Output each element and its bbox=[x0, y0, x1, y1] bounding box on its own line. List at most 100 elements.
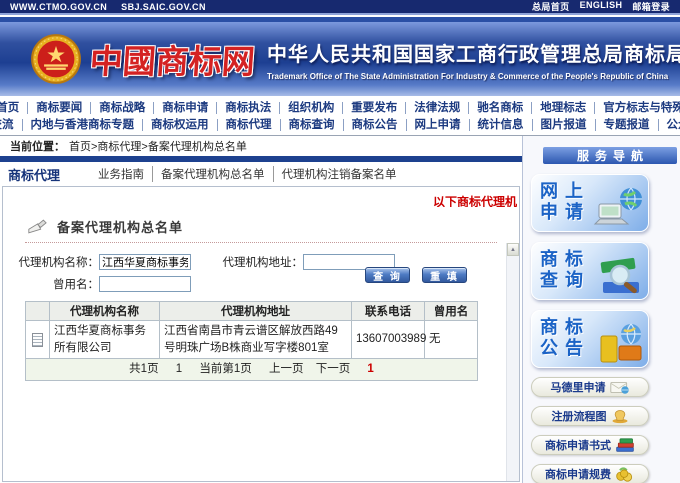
sidebar-button-application-fees[interactable]: 商标申请规费 bbox=[531, 464, 649, 483]
saic-emblem-icon bbox=[30, 33, 82, 85]
books-stack-icon bbox=[615, 438, 635, 453]
nav-item[interactable]: 内地与香港商标专题 bbox=[23, 119, 144, 131]
table-header-row: 代理机构名称 代理机构地址 联系电话 曾用名 bbox=[26, 302, 478, 321]
subnav-link-business-guide[interactable]: 业务指南 bbox=[90, 166, 153, 182]
dotted-divider bbox=[25, 242, 497, 243]
nav-item-trademark-agency[interactable]: 商标代理 bbox=[218, 119, 281, 131]
sidebar-card-trademark-gazette[interactable]: 商标 公告 bbox=[531, 310, 649, 368]
nav-item[interactable]: 商标申请 bbox=[154, 102, 217, 114]
nav-item[interactable]: 重要发布 bbox=[343, 102, 406, 114]
former-name-label: 曾用名： bbox=[3, 276, 99, 292]
former-name-input[interactable] bbox=[99, 276, 191, 292]
agency-name-label: 代理机构名称： bbox=[3, 254, 99, 270]
next-page-link[interactable]: 下一页 bbox=[316, 363, 351, 375]
nav-item[interactable]: 网上申请 bbox=[407, 119, 470, 131]
header-titles: 中华人民共和国国家工商行政管理总局商标局 Trademark Office of… bbox=[267, 38, 680, 81]
reset-button[interactable]: 重 填 bbox=[422, 267, 467, 283]
nav-item[interactable]: 商标要闻 bbox=[28, 102, 91, 114]
laptop-globe-icon bbox=[593, 186, 647, 230]
nav-item[interactable]: 商标权运用 bbox=[143, 119, 218, 131]
nav-item[interactable]: 商标战略 bbox=[91, 102, 154, 114]
nav-item[interactable]: 商标查询 bbox=[281, 119, 344, 131]
search-form: 代理机构名称： 代理机构地址： 曾用名： 查 询 重 填 bbox=[3, 251, 519, 295]
top-bar: WWW.CTMO.GOV.CN SBJ.SAIC.GOV.CN 总局首页 ENG… bbox=[0, 0, 680, 13]
current-page-label: 当前第1页 bbox=[199, 363, 251, 375]
nav-item[interactable]: 法律法规 bbox=[406, 102, 469, 114]
document-icon[interactable] bbox=[32, 333, 43, 347]
envelope-icon bbox=[610, 380, 630, 395]
main-content-column: 当前位置： 首页>商标代理>备案代理机构总名单 商标代理 业务指南 备案代理机构… bbox=[0, 136, 522, 483]
nav-item[interactable]: 本站首页 bbox=[0, 102, 28, 114]
nav-row-2: 国际交流 内地与香港商标专题 商标权运用 商标代理 商标查询 商标公告 网上申请… bbox=[0, 116, 680, 133]
nav-item[interactable]: 官方标志与特殊标志 bbox=[595, 102, 680, 114]
sidebar-button-madrid-application[interactable]: 马德里申请 bbox=[531, 377, 649, 397]
subnav-link-deregistered-list[interactable]: 代理机构注销备案名单 bbox=[274, 166, 405, 182]
pagination-row: 共1页 1 当前第1页 上一页 下一页 1 bbox=[26, 359, 478, 381]
nav-item[interactable]: 图片报道 bbox=[533, 119, 596, 131]
sub-nav: 商标代理 业务指南 备案代理机构总名单 代理机构注销备案名单 bbox=[0, 162, 522, 186]
col-agency-name: 代理机构名称 bbox=[50, 302, 160, 321]
link-english[interactable]: ENGLISH bbox=[580, 0, 623, 13]
top-bar-right: 总局首页 ENGLISH 邮箱登录 bbox=[532, 0, 670, 13]
row-icon-cell bbox=[26, 321, 50, 359]
button-label: 商标申请规费 bbox=[545, 466, 611, 482]
page-total: 共1页 bbox=[129, 363, 158, 375]
form-buttons: 查 询 重 填 bbox=[365, 267, 467, 283]
agency-table: 代理机构名称 代理机构地址 联系电话 曾用名 江西华夏商标事务所有限公司 江西省… bbox=[25, 301, 478, 381]
button-label: 商标申请书式 bbox=[545, 437, 611, 453]
sidebar-card-online-application[interactable]: 网上 申请 bbox=[531, 174, 649, 232]
pagination: 共1页 1 当前第1页 上一页 下一页 1 bbox=[26, 359, 478, 381]
cell-agency-address: 江西省南昌市青云谱区解放西路49号明珠广场B株商业写字楼801室 bbox=[160, 321, 352, 359]
page-number[interactable]: 1 bbox=[176, 363, 182, 375]
sidebar-button-registration-flowchart[interactable]: 注册流程图 bbox=[531, 406, 649, 426]
nav-row-1: 本站首页 商标要闻 商标战略 商标申请 商标执法 组织机构 重要发布 法律法规 … bbox=[0, 99, 680, 116]
coins-icon bbox=[615, 467, 635, 482]
table-row: 江西华夏商标事务所有限公司 江西省南昌市青云谱区解放西路49号明珠广场B株商业写… bbox=[26, 321, 478, 359]
page-title: 备案代理机构总名单 bbox=[57, 217, 183, 236]
icon-column-header bbox=[26, 302, 50, 321]
scroll-up-arrow-icon[interactable]: ▲ bbox=[507, 243, 519, 256]
col-agency-address: 代理机构地址 bbox=[160, 302, 352, 321]
cell-agency-name: 江西华夏商标事务所有限公司 bbox=[50, 321, 160, 359]
content-scrollbar[interactable]: ▲ bbox=[506, 243, 519, 481]
agency-name-input[interactable] bbox=[99, 254, 191, 270]
stamp-icon bbox=[611, 409, 629, 424]
link-ctmo[interactable]: WWW.CTMO.GOV.CN bbox=[10, 2, 107, 12]
nav-item[interactable]: 驰名商标 bbox=[469, 102, 532, 114]
button-label: 注册流程图 bbox=[552, 408, 607, 424]
link-mail-login[interactable]: 邮箱登录 bbox=[632, 0, 670, 13]
link-sbj-saic[interactable]: SBJ.SAIC.GOV.CN bbox=[121, 2, 206, 12]
top-bar-left: WWW.CTMO.GOV.CN SBJ.SAIC.GOV.CN bbox=[10, 2, 206, 12]
subnav-section-title: 商标代理 bbox=[0, 165, 90, 184]
cell-former-name: 无 bbox=[425, 321, 478, 359]
nav-item[interactable]: 地理标志 bbox=[532, 102, 595, 114]
site-header: 中國商标网 中华人民共和国国家工商行政管理总局商标局 Trademark Off… bbox=[0, 22, 680, 96]
link-bureau-home[interactable]: 总局首页 bbox=[532, 0, 570, 13]
breadcrumb: 当前位置： 首页>商标代理>备案代理机构总名单 bbox=[0, 136, 522, 156]
books-magnifier-icon bbox=[593, 254, 647, 298]
breadcrumb-path[interactable]: 首页>商标代理>备案代理机构总名单 bbox=[69, 138, 247, 154]
notice-marquee: 以下商标代理机 bbox=[3, 187, 519, 207]
breadcrumb-label: 当前位置： bbox=[10, 138, 65, 154]
stamp-icon bbox=[27, 218, 47, 235]
sidebar-button-application-forms[interactable]: 商标申请书式 bbox=[531, 435, 649, 455]
ctmo-logo[interactable]: 中國商标网 bbox=[88, 35, 256, 83]
main-nav: 本站首页 商标要闻 商标战略 商标申请 商标执法 组织机构 重要发布 法律法规 … bbox=[0, 96, 680, 136]
nav-item[interactable]: 商标公告 bbox=[344, 119, 407, 131]
nav-item[interactable]: 公众留言 bbox=[659, 119, 680, 131]
site-title-en: Trademark Office of The State Administra… bbox=[267, 72, 680, 81]
nav-item[interactable]: 专题报道 bbox=[596, 119, 659, 131]
nav-item[interactable]: 统计信息 bbox=[470, 119, 533, 131]
search-button[interactable]: 查 询 bbox=[365, 267, 410, 283]
subnav-link-agency-list[interactable]: 备案代理机构总名单 bbox=[153, 166, 274, 182]
nav-item[interactable]: 商标执法 bbox=[217, 102, 280, 114]
nav-item[interactable]: 国际交流 bbox=[0, 119, 23, 131]
nav-item[interactable]: 组织机构 bbox=[280, 102, 343, 114]
books-globe-icon bbox=[593, 322, 647, 366]
prev-page-link[interactable]: 上一页 bbox=[269, 363, 304, 375]
main-region: 当前位置： 首页>商标代理>备案代理机构总名单 商标代理 业务指南 备案代理机构… bbox=[0, 136, 680, 483]
sidebar-card-trademark-search[interactable]: 商标 查询 bbox=[531, 242, 649, 300]
content-panel: 以下商标代理机 备案代理机构总名单 代理机构名称： 代理机构地址： 曾用名： bbox=[2, 186, 520, 482]
page-1-link[interactable]: 1 bbox=[367, 363, 373, 375]
button-label: 马德里申请 bbox=[551, 379, 606, 395]
